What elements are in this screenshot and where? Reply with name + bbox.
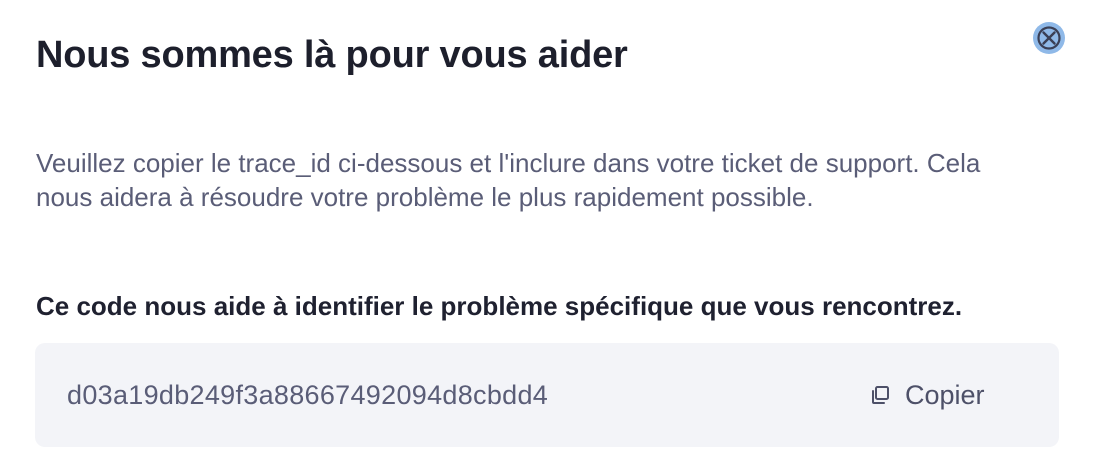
- close-button[interactable]: [1033, 22, 1065, 54]
- dialog-description: Veuillez copier le trace_id ci-dessous e…: [36, 148, 981, 212]
- dialog-title: Nous sommes là pour vous aider: [36, 34, 628, 76]
- close-icon: [1033, 22, 1065, 54]
- help-dialog: Nous sommes là pour vous aider Veuillez …: [0, 0, 1094, 468]
- trace-id-box: d03a19db249f3a88667492094d8cbdd4 Copier: [35, 343, 1059, 447]
- code-explanation: Ce code nous aide à identifier le problè…: [36, 291, 963, 321]
- copy-button[interactable]: Copier: [861, 371, 993, 419]
- copy-label: Copier: [905, 380, 985, 410]
- trace-id-value: d03a19db249f3a88667492094d8cbdd4: [67, 380, 549, 410]
- copy-icon: [869, 384, 891, 406]
